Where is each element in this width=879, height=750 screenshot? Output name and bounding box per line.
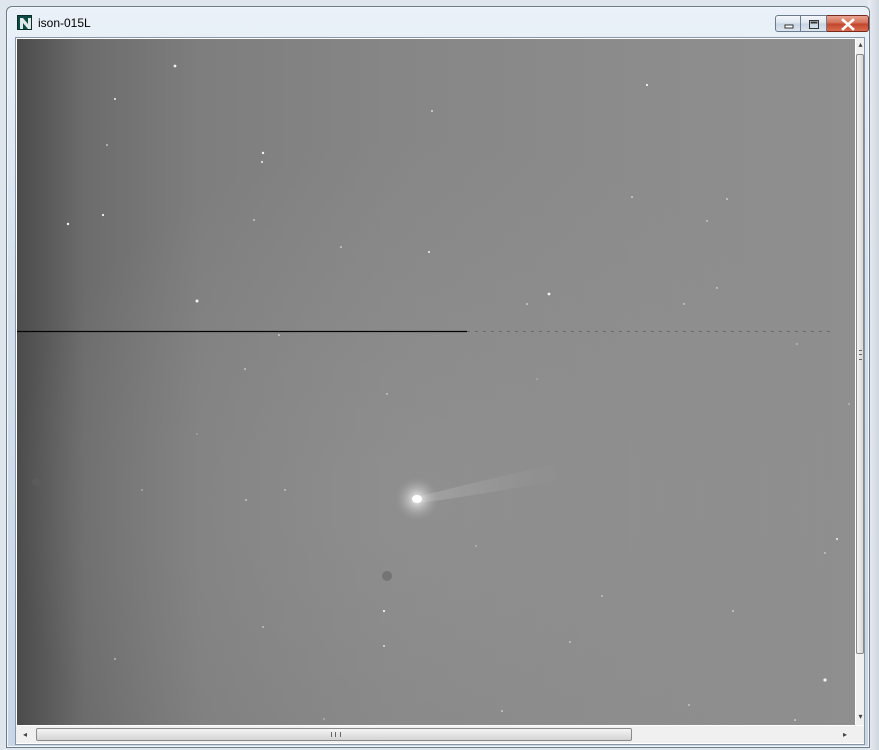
maxim-dl-icon[interactable]	[17, 15, 32, 30]
star	[141, 489, 143, 491]
star	[836, 538, 838, 540]
star	[262, 626, 264, 628]
star	[278, 334, 280, 336]
grip-icon	[331, 732, 341, 737]
star	[114, 98, 116, 100]
star	[245, 499, 247, 501]
close-button[interactable]	[827, 15, 869, 32]
dust-spot	[382, 571, 392, 581]
star	[475, 545, 477, 547]
star	[195, 299, 199, 303]
maximize-icon	[809, 20, 819, 29]
vertical-scroll-thumb[interactable]	[856, 54, 864, 654]
maximize-button[interactable]	[801, 15, 827, 32]
close-icon	[841, 18, 855, 31]
star	[196, 433, 198, 435]
star	[824, 552, 826, 554]
star	[340, 246, 342, 248]
star	[323, 718, 325, 720]
star	[645, 83, 649, 87]
scroll-right-arrow-icon[interactable]: ▸	[838, 726, 852, 743]
scrollbar-corner	[856, 726, 864, 743]
star	[101, 213, 105, 217]
comet-nucleus	[412, 495, 422, 503]
star	[431, 110, 433, 112]
star	[114, 658, 116, 660]
star	[173, 64, 177, 68]
minimize-button[interactable]	[775, 15, 801, 32]
star	[848, 403, 850, 405]
star	[526, 303, 528, 305]
star	[631, 196, 633, 198]
star	[536, 378, 538, 380]
star	[106, 144, 108, 146]
star	[261, 161, 263, 163]
star	[382, 609, 386, 613]
star	[244, 368, 246, 370]
star	[386, 393, 388, 395]
scroll-down-arrow-icon[interactable]: ▾	[856, 710, 864, 724]
star	[601, 595, 603, 597]
image-window: ison-015L ▴ ▾ ◂ ▸	[6, 6, 870, 748]
star	[547, 292, 551, 296]
scroll-up-arrow-icon[interactable]: ▴	[856, 38, 864, 52]
star-field	[17, 64, 850, 721]
horizontal-scroll-thumb[interactable]	[36, 728, 632, 741]
star	[688, 704, 690, 706]
title-bar[interactable]: ison-015L	[7, 7, 869, 37]
window-title: ison-015L	[38, 16, 91, 30]
star	[794, 719, 796, 721]
dust-spot	[32, 478, 40, 486]
minimize-icon	[784, 24, 794, 29]
star	[726, 198, 728, 200]
scroll-left-arrow-icon[interactable]: ◂	[18, 726, 32, 743]
star	[716, 287, 718, 289]
star-field-image[interactable]	[17, 39, 855, 725]
star	[428, 251, 430, 253]
grip-icon	[859, 350, 862, 360]
star	[796, 343, 798, 345]
star	[569, 641, 571, 643]
vertical-scrollbar[interactable]: ▴ ▾	[856, 38, 864, 725]
image-client-area: ▴ ▾ ◂ ▸	[15, 37, 865, 745]
star	[732, 610, 734, 612]
horizontal-scrollbar[interactable]: ◂ ▸	[16, 726, 856, 743]
star	[683, 303, 685, 305]
star	[261, 151, 265, 155]
star	[284, 489, 286, 491]
star	[501, 710, 503, 712]
star	[253, 219, 255, 221]
star	[706, 220, 708, 222]
star	[823, 678, 827, 682]
stars	[66, 64, 850, 721]
star	[383, 645, 385, 647]
star	[66, 222, 70, 226]
